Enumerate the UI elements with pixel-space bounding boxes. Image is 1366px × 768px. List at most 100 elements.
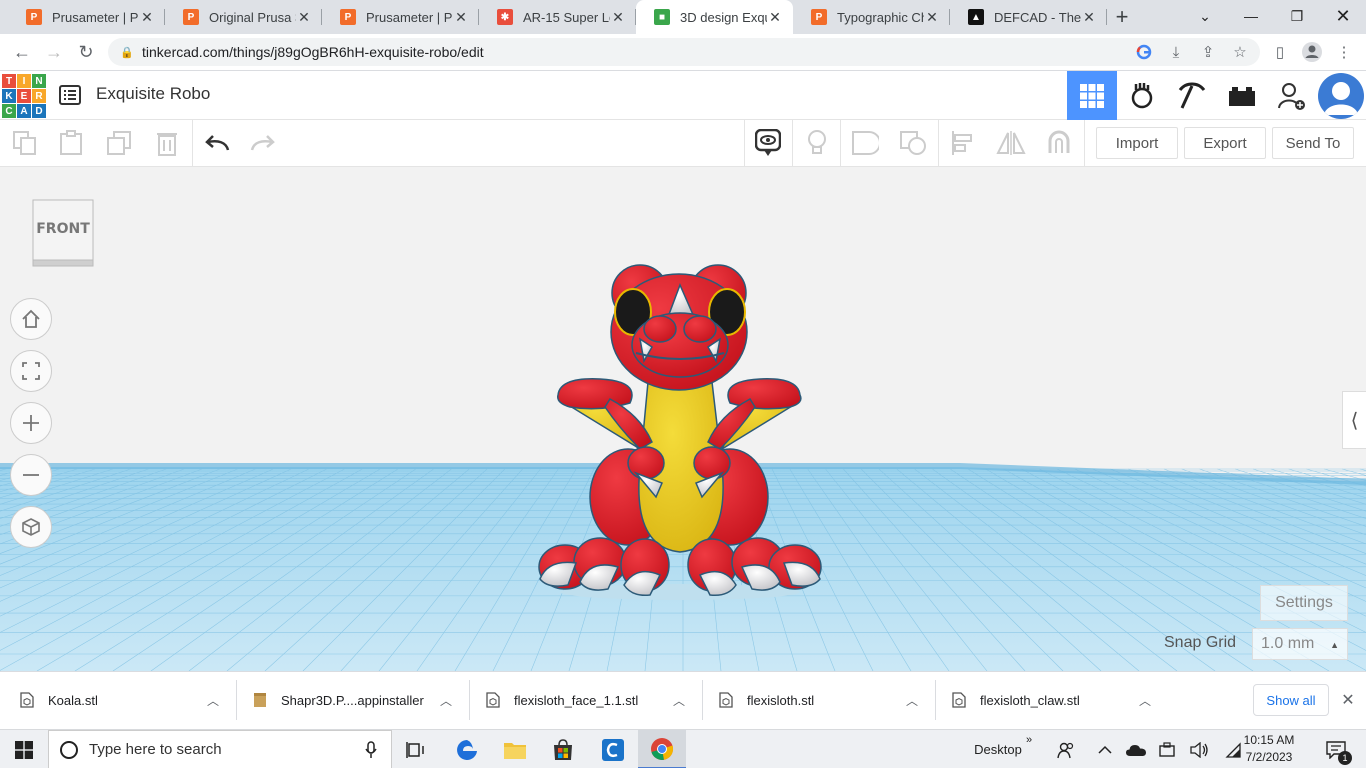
align-icon[interactable] (940, 120, 986, 166)
codeblocks-view-button[interactable] (1117, 71, 1167, 120)
profile-icon[interactable] (1298, 38, 1326, 66)
delete-icon[interactable] (144, 120, 190, 166)
minus-icon (23, 474, 39, 476)
google-icon[interactable] (1130, 38, 1158, 66)
browser-tab[interactable]: P Original Prusa 3D✕ (165, 0, 322, 34)
tray-expand-icon[interactable] (1094, 730, 1116, 768)
redo-icon[interactable] (240, 120, 286, 166)
app-c-button[interactable] (589, 730, 637, 768)
reload-icon[interactable]: ↻ (72, 38, 100, 66)
minimize-button[interactable]: — (1228, 0, 1274, 32)
tab-close-icon[interactable]: ✕ (610, 9, 626, 26)
bookmark-star-icon[interactable]: ☆ (1226, 38, 1254, 66)
close-downloads-bar-icon[interactable]: ✕ (1336, 688, 1360, 712)
workplane-canvas[interactable] (0, 167, 1366, 671)
mirror-icon[interactable] (988, 120, 1034, 166)
microsoft-store-app[interactable] (539, 730, 587, 768)
workplane-settings-button[interactable]: Settings (1260, 585, 1348, 621)
download-item[interactable]: flexisloth.stl ︿ (699, 680, 932, 720)
duplicate-icon[interactable] (96, 120, 142, 166)
browser-tab[interactable]: ✱ AR-15 Super Low✕ (479, 0, 636, 34)
ungroup-icon[interactable] (890, 120, 936, 166)
browser-tab[interactable]: P Typographic Che✕ (793, 0, 950, 34)
people-icon[interactable] (1054, 730, 1078, 768)
forward-icon[interactable]: → (40, 38, 68, 66)
tab-close-icon[interactable]: ✕ (296, 9, 312, 26)
volume-icon[interactable] (1188, 730, 1212, 768)
perspective-toggle-button[interactable] (10, 506, 52, 548)
send-to-button[interactable]: Send To (1272, 127, 1354, 159)
onedrive-icon[interactable] (1124, 730, 1148, 768)
shapes-panel-toggle[interactable]: ⟨ (1342, 391, 1366, 449)
side-panel-icon[interactable]: ▯ (1266, 38, 1294, 66)
lego-view-button[interactable] (1217, 71, 1267, 120)
browser-tab[interactable]: ■ 3D design Exquisi✕ (636, 0, 793, 34)
tab-favicon-icon: ✱ (497, 9, 513, 25)
tab-search-icon[interactable]: ⌄ (1182, 0, 1228, 32)
edge-app[interactable] (443, 730, 491, 768)
taskbar-search-box[interactable]: Type here to search (48, 730, 392, 768)
close-window-button[interactable]: ✕ (1320, 0, 1366, 32)
task-view-button[interactable] (392, 730, 440, 768)
network-adapter-icon[interactable] (1156, 730, 1180, 768)
user-avatar[interactable] (1318, 73, 1364, 119)
tab-close-icon[interactable]: ✕ (924, 9, 940, 26)
maximize-button[interactable]: ❐ (1274, 0, 1320, 32)
download-item[interactable]: flexisloth_face_1.1.stl ︿ (466, 680, 699, 720)
url-field[interactable]: 🔒 tinkercad.com/things/j89gOgBR6hH-exqui… (108, 38, 1260, 66)
download-options-chevron-icon[interactable]: ︿ (426, 692, 466, 709)
copy-icon[interactable] (2, 120, 48, 166)
tab-close-icon[interactable]: ✕ (767, 9, 783, 26)
import-button[interactable]: Import (1096, 127, 1178, 159)
browser-tab[interactable]: ▲ DEFCAD - The wo✕ (950, 0, 1107, 34)
install-icon[interactable]: ⤓ (1162, 38, 1190, 66)
minecraft-view-button[interactable] (1167, 71, 1217, 120)
view-cube[interactable]: FRONT (32, 199, 94, 267)
invite-user-button[interactable] (1267, 71, 1317, 120)
start-button[interactable] (0, 730, 48, 768)
download-item[interactable]: Koala.stl ︿ (0, 680, 233, 720)
desktop-toolbar-label[interactable]: Desktop (968, 730, 1028, 768)
zoom-out-button[interactable] (10, 454, 52, 496)
new-tab-button[interactable]: + (1107, 0, 1137, 34)
download-item[interactable]: Shapr3D.P....appinstaller ︿ (233, 680, 466, 720)
tab-close-icon[interactable]: ✕ (453, 9, 469, 26)
tab-close-icon[interactable]: ✕ (139, 9, 155, 26)
download-options-chevron-icon[interactable]: ︿ (193, 692, 233, 709)
taskbar-clock[interactable]: 10:15 AM 7/2/2023 (1238, 732, 1300, 766)
design-list-icon[interactable] (58, 83, 82, 107)
chrome-app[interactable] (638, 730, 686, 768)
chrome-menu-icon[interactable]: ⋮ (1330, 38, 1358, 66)
notes-icon[interactable] (745, 120, 791, 166)
3d-design-view-button[interactable] (1067, 71, 1117, 120)
download-options-chevron-icon[interactable]: ︿ (1125, 692, 1165, 709)
share-icon[interactable]: ⇪ (1194, 38, 1222, 66)
lightbulb-icon[interactable] (794, 120, 840, 166)
toolbar-expand-icon[interactable]: » (1022, 730, 1036, 768)
cruise-magnet-icon[interactable] (1036, 120, 1082, 166)
undo-icon[interactable] (194, 120, 240, 166)
3d-workplane-viewport[interactable]: FRONT ⟨ Settings Snap Grid 1.0 mm ▲ (0, 167, 1366, 671)
home-view-button[interactable] (10, 298, 52, 340)
fit-view-button[interactable] (10, 350, 52, 392)
tab-favicon-icon: ■ (654, 9, 670, 25)
group-icon[interactable] (842, 120, 888, 166)
download-options-chevron-icon[interactable]: ︿ (892, 692, 932, 709)
browser-tab[interactable]: P Prusameter | Print✕ (8, 0, 165, 34)
design-title[interactable]: Exquisite Robo (96, 84, 210, 104)
export-button[interactable]: Export (1184, 127, 1266, 159)
snap-grid-select[interactable]: 1.0 mm ▲ (1252, 628, 1348, 660)
tinkercad-logo[interactable]: TIN KER CAD (2, 74, 46, 118)
robo-dragon-model[interactable] (538, 264, 822, 600)
toolbar-divider (840, 120, 841, 166)
file-explorer-app[interactable] (491, 730, 539, 768)
notification-center-button[interactable]: 1 (1318, 730, 1354, 768)
download-item[interactable]: flexisloth_claw.stl ︿ (932, 680, 1165, 720)
paste-icon[interactable] (48, 120, 94, 166)
browser-tab[interactable]: P Prusameter | Print✕ (322, 0, 479, 34)
zoom-in-button[interactable] (10, 402, 52, 444)
tab-close-icon[interactable]: ✕ (1081, 9, 1097, 26)
show-all-downloads-button[interactable]: Show all (1253, 684, 1329, 716)
download-options-chevron-icon[interactable]: ︿ (659, 692, 699, 709)
back-icon[interactable]: ← (8, 38, 36, 66)
